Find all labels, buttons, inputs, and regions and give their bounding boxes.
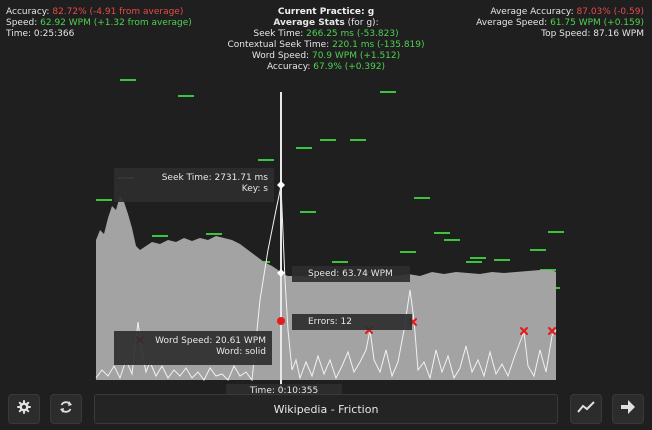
- practice-contextual-seek: Contextual Seek Time: 220.1 ms (-135.819…: [227, 40, 425, 50]
- speed-tooltip: Speed: 63.74 WPM: [292, 266, 410, 282]
- seek-time-text: Seek Time: 2731.71 ms: [161, 173, 268, 183]
- restart-button[interactable]: [50, 394, 82, 424]
- average-stats-heading: Average Stats (for g):: [273, 18, 379, 28]
- practice-title: Current Practice: g: [277, 7, 375, 17]
- stats-graph-button[interactable]: [570, 394, 602, 424]
- word-speed-tooltip: Word Speed: 20.61 WPM Word: solid: [114, 331, 272, 365]
- line-chart-icon: [577, 400, 595, 418]
- session-speed: Speed: 62.92 WPM (+1.32 from average): [6, 18, 192, 28]
- next-button[interactable]: [612, 394, 644, 424]
- seek-time-point: [277, 181, 285, 189]
- arrow-right-icon: [620, 399, 636, 419]
- text-source-field[interactable]: Wikipedia - Friction: [94, 394, 558, 424]
- seek-time-tooltip: Seek Time: 2731.71 ms Key: s: [114, 168, 274, 202]
- errors-tooltip: Errors: 12: [292, 314, 412, 330]
- practice-accuracy: Accuracy: 67.9% (+0.392): [266, 62, 386, 72]
- speed-text: Speed: 63.74 WPM: [308, 269, 393, 279]
- errors-text: Errors: 12: [308, 317, 352, 327]
- current-error-point: [277, 317, 285, 325]
- session-time: Time: 0:25:366: [6, 29, 75, 39]
- word-speed-text: Word Speed: 20.61 WPM: [155, 336, 266, 346]
- text-source-title: Wikipedia - Friction: [273, 402, 379, 416]
- session-accuracy: Accuracy: 82.72% (-4.91 from average): [6, 7, 184, 17]
- top-speed: Top Speed: 87.16 WPM: [541, 29, 644, 39]
- settings-button[interactable]: [8, 394, 40, 424]
- average-accuracy: Average Accuracy: 87.03% (-0.59): [490, 7, 644, 17]
- practice-word-speed: Word Speed: 70.9 WPM (+1.512): [251, 51, 401, 61]
- overall-stats: Average Accuracy: 87.03% (-0.59) Average…: [476, 7, 644, 40]
- session-stats: Accuracy: 82.72% (-4.91 from average) Sp…: [6, 7, 192, 40]
- key-text: Key: s: [241, 184, 268, 194]
- practice-stats: Current Practice: g Average Stats (for g…: [190, 7, 462, 73]
- gear-icon: [16, 399, 32, 419]
- practice-seek-time: Seek Time: 266.25 ms (-53.823): [253, 29, 399, 39]
- refresh-icon: [58, 399, 74, 419]
- average-speed: Average Speed: 61.75 WPM (+0.159): [476, 18, 644, 28]
- word-text: Word: solid: [216, 347, 266, 357]
